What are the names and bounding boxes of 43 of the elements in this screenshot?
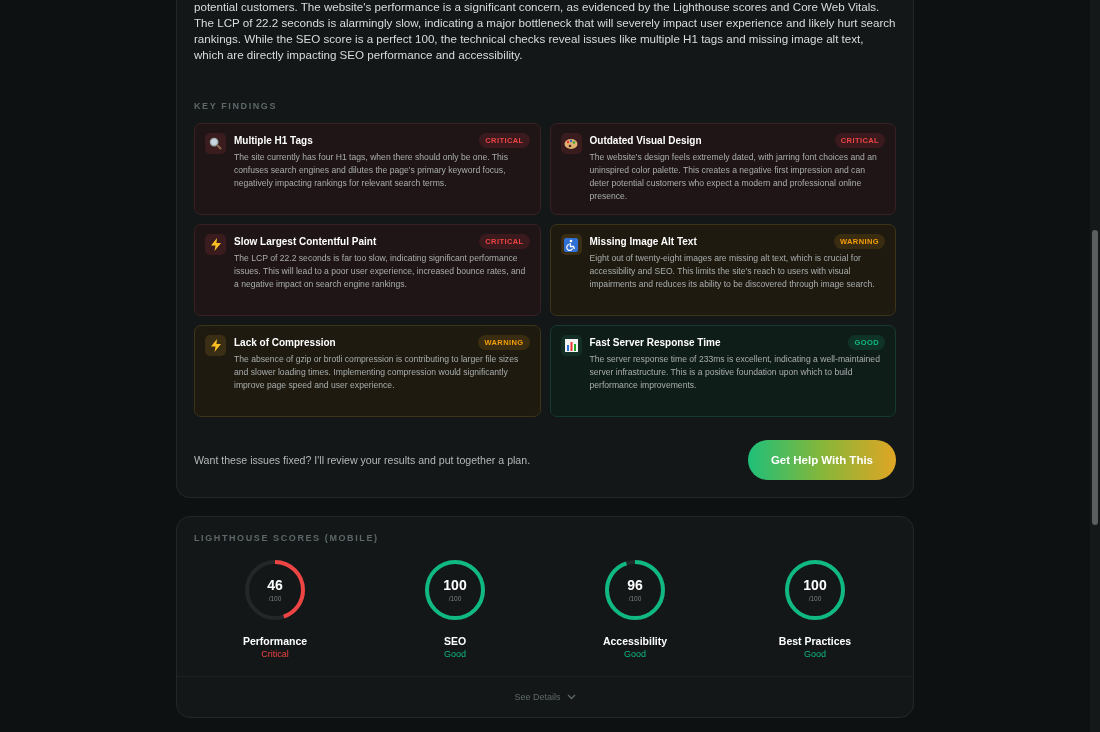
score-status: Good (804, 649, 826, 659)
score-label: Performance (242, 635, 308, 647)
section-heading: KEY FINDINGS (194, 101, 279, 111)
score-status: Good (624, 649, 646, 659)
finding-description: Eight out of twenty-eight images are missing alt text, which is crucial for accessibility and SEO. This limits the site's reach to users with visual impairments and reduces its ability to be discovered through image search. (589, 252, 876, 291)
lightning-icon (210, 238, 221, 251)
summary-paragraph: potential customers. The website's performance is a significant concern, as evidenced by the Lighthouse scores and Core Web Vitals. The LCP of 22.2 seconds is alarmingly slow, indicating a major bottleneck that will severely impact user experience and likely hurt search rankings. While the SEO score is a perfect 100, the technical checks reveal issues like multiple H1 tags and missing image alt text, which are directly impacting SEO performance and accessibility. (194, 0, 896, 63)
finding-title: Fast Server Response Time (589, 337, 721, 348)
score-gauge (244, 559, 306, 621)
finding-title: Outdated Visual Design (589, 135, 702, 146)
score-label: Accessibility (602, 635, 668, 647)
scrollbar[interactable] (1090, 0, 1100, 732)
scrollbar-thumb[interactable] (1092, 230, 1098, 525)
score-value: 46 (267, 578, 283, 593)
score-label: Best Practices (778, 635, 852, 647)
chevron-down-icon (566, 694, 576, 700)
palette-icon (564, 137, 578, 150)
finding-description: The site currently has four H1 tags, when there should only be one. This confuses search engines and dilutes the page's primary keyword focus, negatively impacting rankings for relevant search terms. (234, 151, 510, 190)
score-gauge (424, 559, 486, 621)
see-details-button[interactable]: See Details (508, 691, 582, 703)
finding-description: The absence of gzip or brotli compression is contributing to larger file sizes and slower loading times. Implementing compression would significantly improve page speed and user experience. (234, 353, 520, 392)
score-label: SEO (443, 635, 467, 647)
cta-text: Want these issues fixed? I'll review your results and put together a plan. (194, 454, 531, 466)
magnifier-icon (209, 137, 222, 150)
score-gauge (784, 559, 846, 621)
finding-description: The LCP of 22.2 seconds is far too slow, indicating significant performance issues. This will lead to a poor user experience, increased bounce rates, and a negative impact on search engine rankings. (234, 252, 527, 291)
score-value: 100 (443, 578, 467, 593)
finding-description: The website's design feels extremely dated, with jarring font choices and an uninspired color palette. This creates a negative first impression and can deter potential customers who expect a modern and professional online presence. (589, 151, 878, 203)
get-help-button[interactable]: Get Help With This (747, 440, 896, 480)
score-status: Good (444, 649, 466, 659)
section-heading: LIGHTHOUSE SCORES (MOBILE) (194, 533, 380, 543)
bar-chart-icon (564, 339, 578, 352)
lightning-icon (210, 339, 221, 352)
finding-title: Slow Largest Contentful Paint (234, 236, 377, 247)
score-status: Critical (261, 649, 289, 659)
finding-title: Multiple H1 Tags (234, 135, 313, 146)
score-value: 100 (803, 578, 827, 593)
finding-title: Missing Image Alt Text (589, 236, 697, 247)
finding-title: Lack of Compression (234, 337, 336, 348)
finding-description: The server response time of 233ms is excellent, indicating a well-maintained server infrastructure. This is a positive foundation upon which to build performance improvements. (589, 353, 881, 392)
score-value: 96 (627, 578, 643, 593)
wheelchair-icon (564, 237, 578, 252)
score-gauge (604, 559, 666, 621)
